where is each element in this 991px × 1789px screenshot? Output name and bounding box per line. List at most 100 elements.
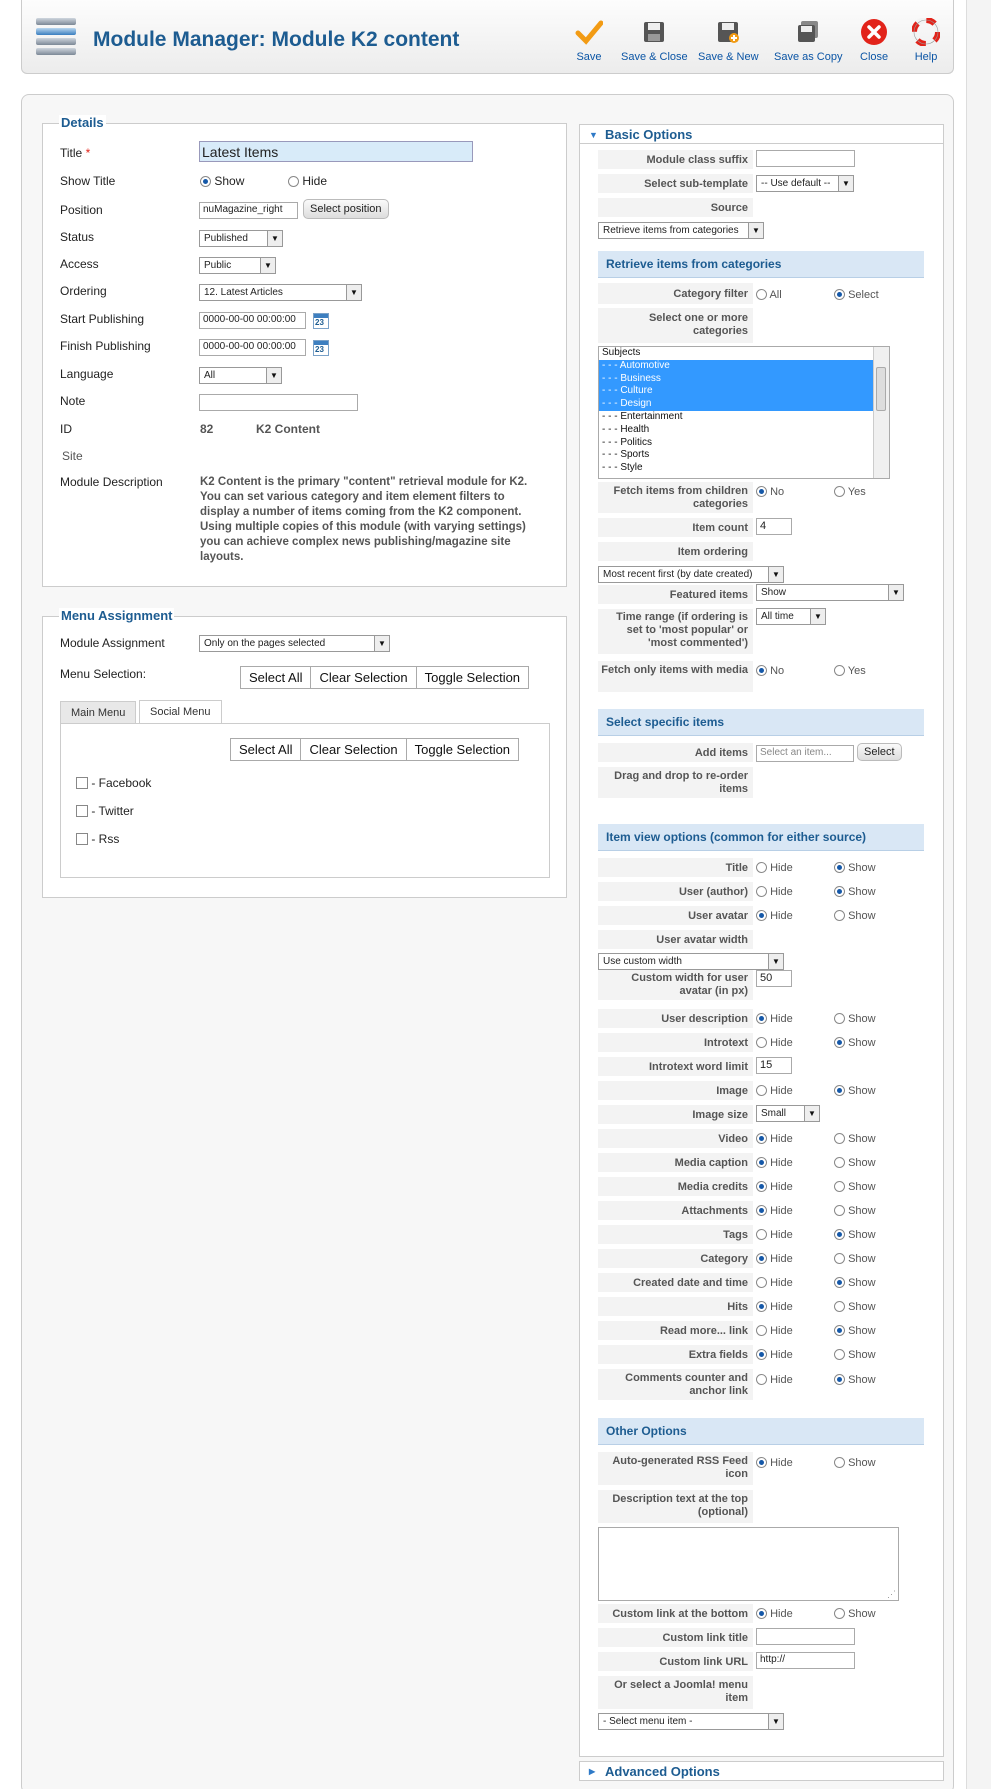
language-select[interactable]: All ▼	[199, 367, 282, 384]
fetch-children-yes[interactable]: Yes	[834, 486, 866, 498]
show-radio[interactable]	[834, 1085, 845, 1096]
show-radio[interactable]	[200, 176, 211, 187]
category-option[interactable]: - - - Entertainment	[599, 411, 889, 424]
rss-hide[interactable]: Hide	[756, 1457, 834, 1469]
show-radio[interactable]	[834, 1457, 845, 1468]
hide-option[interactable]: Hide	[756, 1374, 834, 1386]
no-radio[interactable]	[756, 665, 767, 676]
ordering-select[interactable]: 12. Latest Articles ▼	[199, 284, 362, 301]
status-select[interactable]: Published ▼	[199, 230, 283, 247]
show-option[interactable]: Show	[834, 910, 876, 922]
category-option[interactable]: - - - Style	[599, 462, 889, 475]
tab-main-menu[interactable]: Main Menu	[60, 701, 137, 723]
hide-radio[interactable]	[756, 1085, 767, 1096]
advanced-options-header[interactable]: ▶ Advanced Options	[579, 1761, 944, 1781]
category-option[interactable]: - - - Politics	[599, 437, 889, 450]
hide-option[interactable]: Hide	[756, 886, 834, 898]
show-option[interactable]: Show	[834, 1205, 876, 1217]
select-all-button[interactable]: Select All	[231, 739, 302, 760]
show-radio[interactable]	[834, 1301, 845, 1312]
joomla-menu-select[interactable]: - Select menu item - ▼	[598, 1713, 784, 1730]
checkbox[interactable]	[76, 833, 88, 845]
show-radio[interactable]	[834, 910, 845, 921]
hide-radio[interactable]	[756, 1301, 767, 1312]
show-option[interactable]: Show	[834, 862, 876, 874]
module-assignment-select[interactable]: Only on the pages selected ▼	[199, 635, 390, 652]
show-option[interactable]: Show	[834, 1133, 876, 1145]
custom-link-title-input[interactable]	[756, 1628, 855, 1645]
menu-item-twitter[interactable]: - Twitter	[76, 804, 134, 818]
yes-radio[interactable]	[834, 486, 845, 497]
hide-option[interactable]: Hide	[756, 1301, 834, 1313]
menu-item-facebook[interactable]: - Facebook	[76, 776, 151, 790]
custom-link-show[interactable]: Show	[834, 1608, 876, 1620]
hide-option[interactable]: Hide	[756, 1037, 834, 1049]
close-button[interactable]: Close	[860, 18, 888, 63]
category-option[interactable]: - - - Business	[599, 372, 889, 386]
show-radio[interactable]	[834, 1277, 845, 1288]
add-items-input[interactable]: Select an item...	[756, 745, 854, 762]
featured-items-select[interactable]: Show ▼	[756, 584, 904, 601]
show-option[interactable]: Show	[834, 1229, 876, 1241]
hide-option[interactable]: Hide	[756, 1277, 834, 1289]
menu-item-rss[interactable]: - Rss	[76, 832, 119, 846]
rss-show[interactable]: Show	[834, 1457, 876, 1469]
show-radio[interactable]	[834, 1253, 845, 1264]
clear-selection-button[interactable]: Clear Selection	[311, 667, 417, 688]
calendar-icon[interactable]: 23	[313, 313, 329, 329]
no-radio[interactable]	[756, 486, 767, 497]
hide-radio[interactable]	[756, 1157, 767, 1168]
position-input[interactable]: nuMagazine_right	[199, 202, 298, 219]
show-radio[interactable]	[834, 1374, 845, 1385]
hide-radio[interactable]	[756, 1205, 767, 1216]
category-option[interactable]: - - - Automotive	[599, 359, 889, 373]
show-option[interactable]: Show	[834, 1301, 876, 1313]
fetch-children-no[interactable]: No	[756, 486, 834, 498]
show-radio[interactable]	[834, 1157, 845, 1168]
show-title-hide[interactable]: Hide	[288, 174, 327, 188]
clear-selection-button[interactable]: Clear Selection	[301, 739, 407, 760]
vertical-scrollbar[interactable]	[966, 0, 991, 1789]
show-title-show[interactable]: Show	[200, 174, 244, 188]
hide-radio[interactable]	[756, 1608, 767, 1619]
show-radio[interactable]	[834, 1349, 845, 1360]
hide-option[interactable]: Hide	[756, 1349, 834, 1361]
item-count-input[interactable]: 4	[756, 518, 792, 535]
source-select[interactable]: Retrieve items from categories ▼	[598, 222, 764, 239]
hide-radio[interactable]	[756, 1181, 767, 1192]
hide-radio[interactable]	[756, 862, 767, 873]
title-input[interactable]: Latest Items	[199, 141, 473, 162]
hide-radio[interactable]	[756, 910, 767, 921]
category-option[interactable]: - - - Culture	[599, 385, 889, 399]
module-class-suffix-input[interactable]	[756, 150, 855, 167]
avatar-width-select[interactable]: Use custom width ▼	[598, 953, 784, 970]
time-range-select[interactable]: All time ▼	[756, 608, 826, 625]
sub-template-select[interactable]: -- Use default -- ▼	[756, 175, 854, 192]
toggle-selection-button[interactable]: Toggle Selection	[417, 667, 528, 688]
checkbox[interactable]	[76, 777, 88, 789]
tab-social-menu[interactable]: Social Menu	[139, 700, 222, 723]
note-input[interactable]	[199, 394, 358, 411]
resize-grip-icon[interactable]: ⋰	[887, 1589, 896, 1600]
hide-option[interactable]: Hide	[756, 1229, 834, 1241]
introtext-word-limit-input[interactable]: 15	[756, 1057, 792, 1074]
hide-radio[interactable]	[756, 886, 767, 897]
fetch-media-yes[interactable]: Yes	[834, 665, 866, 677]
hide-option[interactable]: Hide	[756, 1013, 834, 1025]
show-option[interactable]: Show	[834, 1013, 876, 1025]
toggle-selection-button[interactable]: Toggle Selection	[407, 739, 518, 760]
show-radio[interactable]	[834, 1205, 845, 1216]
hide-radio[interactable]	[756, 1349, 767, 1360]
hide-radio[interactable]	[756, 1229, 767, 1240]
category-option[interactable]: - - - Sports	[599, 449, 889, 462]
add-items-select-button[interactable]: Select	[857, 743, 902, 761]
save-as-copy-button[interactable]: Save as Copy	[774, 18, 842, 63]
show-radio[interactable]	[834, 862, 845, 873]
hide-option[interactable]: Hide	[756, 1157, 834, 1169]
checkbox[interactable]	[76, 805, 88, 817]
custom-link-hide[interactable]: Hide	[756, 1608, 834, 1620]
category-option[interactable]: - - - Design	[599, 398, 889, 411]
scrollbar-thumb[interactable]	[876, 367, 886, 411]
show-radio[interactable]	[834, 1229, 845, 1240]
show-option[interactable]: Show	[834, 1277, 876, 1289]
